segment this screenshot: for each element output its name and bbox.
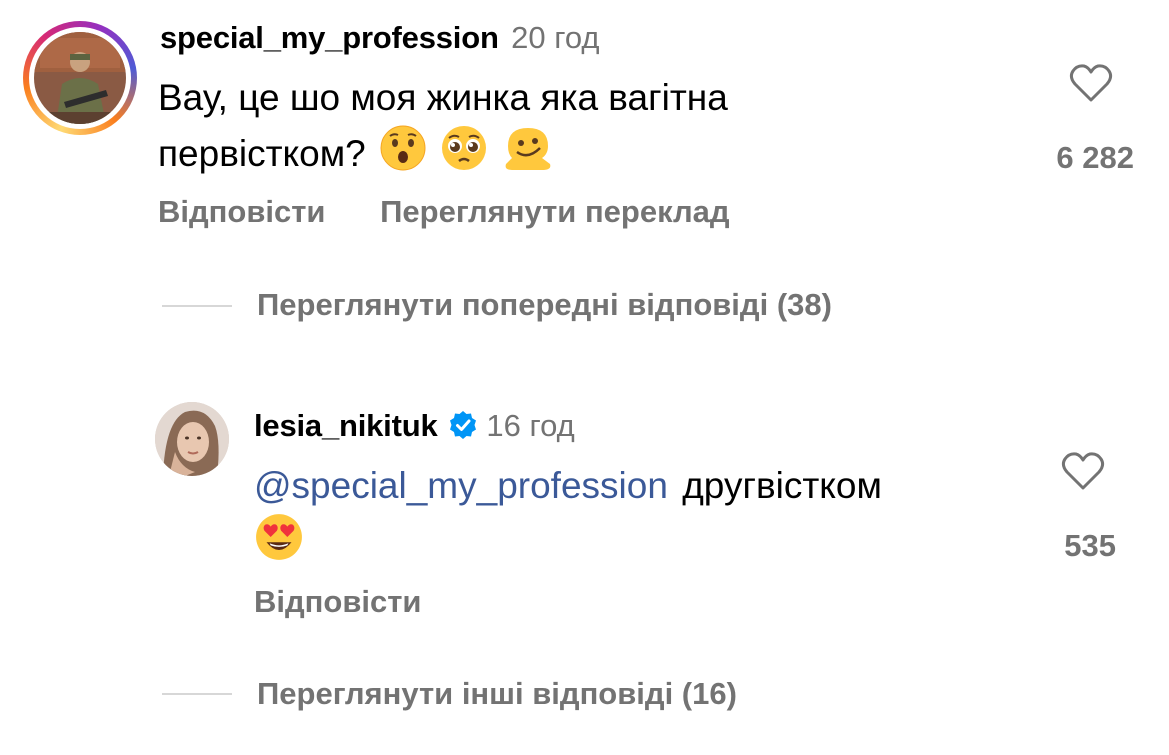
- comment-text-body: другвістком: [682, 465, 882, 506]
- replies-divider: [162, 693, 232, 695]
- replies-divider: [162, 305, 232, 307]
- comment-actions: Відповісти: [254, 584, 422, 620]
- see-translation-button[interactable]: Переглянути переклад: [380, 194, 729, 229]
- heart-icon: [1061, 452, 1105, 490]
- comment-text-line2: первістком?: [158, 124, 978, 186]
- pleading-face-emoji: [440, 124, 488, 186]
- heart-icon: [1069, 64, 1113, 102]
- comment-timestamp: 16 год: [486, 408, 575, 443]
- heart-eyes-emoji: [254, 512, 304, 576]
- comment-username[interactable]: special_my_profession: [160, 20, 499, 55]
- story-ring-avatar[interactable]: [23, 21, 137, 135]
- avatar[interactable]: [155, 402, 229, 476]
- view-other-replies-button[interactable]: Переглянути інші відповіді (16): [257, 676, 737, 712]
- comment-timestamp: 20 год: [511, 20, 600, 55]
- like-count: 6 282: [1056, 140, 1134, 175]
- comment-text-line1: Вау, це шо моя жинка яка вагітна: [158, 77, 728, 118]
- comment-text-line2: [254, 512, 1014, 576]
- comment-header: special_my_profession 20 год: [160, 20, 600, 56]
- comment-text-line2-text: первістком?: [158, 133, 366, 174]
- hushed-face-emoji: [379, 124, 427, 186]
- melting-face-emoji: [502, 124, 554, 186]
- comment-actions: Відповісти Переглянути переклад: [158, 194, 730, 230]
- avatar-image: [34, 32, 126, 124]
- reply-button[interactable]: Відповісти: [254, 584, 422, 619]
- like-count: 535: [1064, 528, 1116, 563]
- like-button[interactable]: [1060, 450, 1106, 497]
- avatar-ring-gap: [29, 27, 131, 129]
- like-button[interactable]: [1068, 62, 1114, 109]
- view-previous-replies-button[interactable]: Переглянути попередні відповіді (38): [257, 287, 832, 323]
- comment-text-line1: @special_my_profession другвістком: [254, 460, 1014, 512]
- comment-header: lesia_nikituk 16 год: [254, 408, 575, 445]
- mention-link[interactable]: @special_my_profession: [254, 465, 668, 506]
- avatar[interactable]: [34, 32, 126, 124]
- verified-badge-icon: [448, 410, 478, 445]
- comment-text: @special_my_profession другвістком: [254, 460, 1014, 576]
- comment-text: Вау, це шо моя жинка яка вагітна первіст…: [158, 72, 978, 186]
- reply-button[interactable]: Відповісти: [158, 194, 326, 229]
- comment-username[interactable]: lesia_nikituk: [254, 408, 438, 443]
- avatar-image: [155, 402, 229, 476]
